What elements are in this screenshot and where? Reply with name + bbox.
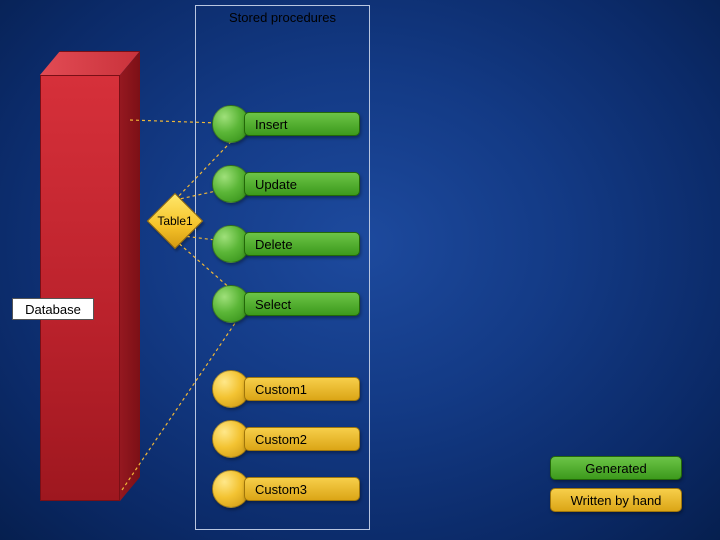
legend-generated: Generated bbox=[550, 456, 682, 480]
proc-update: Update bbox=[212, 165, 360, 203]
proc-select-label: Select bbox=[244, 292, 360, 316]
proc-custom3-label: Custom3 bbox=[244, 477, 360, 501]
proc-custom3: Custom3 bbox=[212, 470, 360, 508]
legend: Generated Written by hand bbox=[550, 456, 690, 520]
proc-insert-label: Insert bbox=[244, 112, 360, 136]
database-bar-side-face bbox=[120, 51, 140, 501]
proc-delete-label: Delete bbox=[244, 232, 360, 256]
table-diamond: Table1 bbox=[148, 194, 202, 248]
database-bar-front-face bbox=[40, 75, 120, 501]
table-label: Table1 bbox=[157, 214, 192, 228]
database-bar bbox=[40, 51, 140, 501]
proc-custom1-label: Custom1 bbox=[244, 377, 360, 401]
proc-custom2-label: Custom2 bbox=[244, 427, 360, 451]
proc-custom2: Custom2 bbox=[212, 420, 360, 458]
stored-procedures-title: Stored procedures bbox=[196, 6, 369, 25]
proc-custom1: Custom1 bbox=[212, 370, 360, 408]
proc-delete: Delete bbox=[212, 225, 360, 263]
legend-handwritten: Written by hand bbox=[550, 488, 682, 512]
proc-insert: Insert bbox=[212, 105, 360, 143]
database-label-text: Database bbox=[25, 302, 81, 317]
proc-select: Select bbox=[212, 285, 360, 323]
proc-update-label: Update bbox=[244, 172, 360, 196]
database-label: Database bbox=[12, 298, 94, 320]
